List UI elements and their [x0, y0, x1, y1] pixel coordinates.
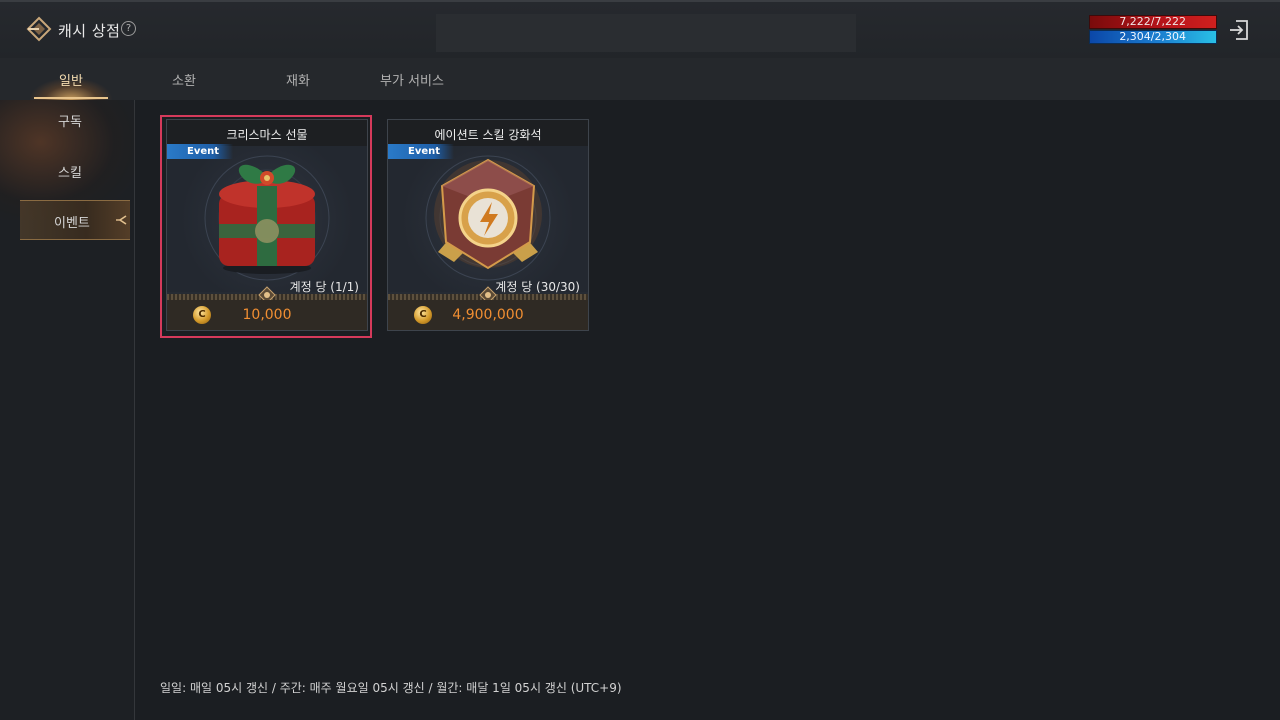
- help-icon[interactable]: ?: [121, 21, 136, 36]
- tab-summon[interactable]: 소환: [172, 70, 196, 89]
- product-price: 4,900,000: [452, 307, 524, 323]
- sidebar-item-label: 이벤트: [54, 216, 90, 231]
- product-title: 에이션트 스킬 강화석: [434, 128, 542, 142]
- hp-text: 7,222/7,222: [1119, 15, 1186, 28]
- cash-shop-screen: 캐시 상점 ? 7,222/7,222 2,304/2,304 일반 소환 재화…: [0, 0, 1280, 720]
- top-tabs: 일반 소환 재화 부가 서비스: [0, 58, 1280, 100]
- product-card-ancient-skill-stone[interactable]: 에이션트 스킬 강화석 Event 계정 당 (30/30) C 4,900,0…: [387, 119, 589, 331]
- top-header: 캐시 상점 ? 7,222/7,222 2,304/2,304: [0, 0, 1280, 58]
- sidebar-item-label: 스킬: [58, 166, 82, 181]
- category-sidebar: 구독 스킬 이벤트: [0, 100, 135, 720]
- hp-bar: 7,222/7,222: [1089, 15, 1217, 29]
- shop-logo-icon: [26, 16, 52, 42]
- page-title: 캐시 상점: [58, 22, 121, 40]
- tab-general[interactable]: 일반: [59, 70, 83, 89]
- card-frame: 에이션트 스킬 강화석 Event 계정 당 (30/30) C 4,900,0…: [387, 119, 589, 331]
- card-title-bar: 에이션트 스킬 강화석: [388, 120, 588, 146]
- price-bar: C 4,900,000: [388, 300, 588, 330]
- product-art: [388, 146, 588, 292]
- tab-extra-services[interactable]: 부가 서비스: [380, 70, 444, 89]
- purchase-limit: 계정 당 (30/30): [495, 280, 580, 294]
- refresh-schedule-note: 일일: 매일 05시 갱신 / 주간: 매주 월요일 05시 갱신 / 월간: …: [160, 681, 622, 695]
- sidebar-item-skill[interactable]: 스킬: [0, 151, 135, 191]
- header-empty-bar: [436, 14, 856, 52]
- skill-stone-icon: [425, 155, 551, 281]
- active-tab-underline: [34, 97, 108, 99]
- exit-icon[interactable]: [1228, 18, 1250, 42]
- mp-text: 2,304/2,304: [1119, 30, 1186, 43]
- tab-currency[interactable]: 재화: [286, 70, 310, 89]
- selected-product-highlight: [160, 115, 372, 338]
- sidebar-item-label: 구독: [58, 115, 82, 130]
- mp-bar: 2,304/2,304: [1089, 30, 1217, 44]
- selected-arrow-icon: [116, 215, 127, 225]
- sidebar-item-subscription[interactable]: 구독: [0, 100, 135, 140]
- event-badge: Event: [388, 144, 454, 159]
- sidebar-item-event[interactable]: 이벤트: [20, 200, 130, 240]
